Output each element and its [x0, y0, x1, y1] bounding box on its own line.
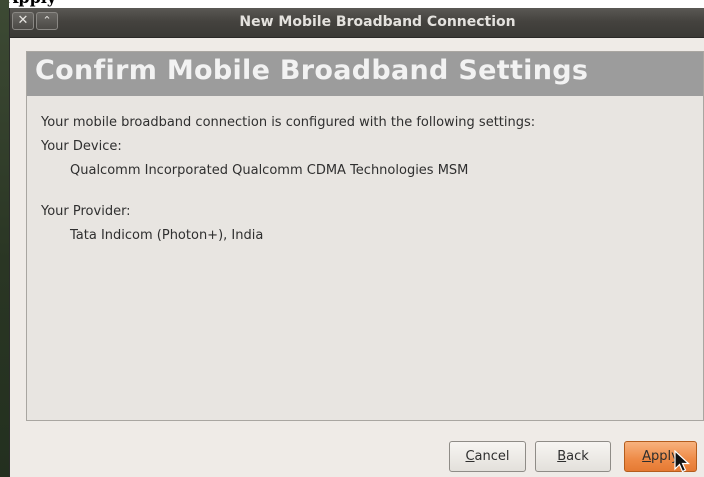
mouse-cursor-icon — [674, 450, 691, 473]
device-label: Your Device: — [41, 139, 122, 154]
intro-text: Your mobile broadband connection is conf… — [41, 115, 536, 130]
desktop-background — [0, 0, 9, 477]
back-button[interactable]: Back — [535, 441, 611, 472]
dialog-window: ✕ ⌃ New Mobile Broadband Connection Conf… — [9, 8, 704, 477]
apply-mnemonic: A — [642, 449, 652, 464]
provider-value: Tata Indicom (Photon+), India — [70, 228, 264, 243]
page-header: Confirm Mobile Broadband Settings — [27, 52, 703, 96]
window-title: New Mobile Broadband Connection — [239, 14, 516, 30]
cancel-button[interactable]: Cancel — [449, 441, 526, 472]
back-mnemonic: B — [557, 449, 567, 464]
cancel-label: ancel — [474, 449, 510, 464]
assistant-page: Confirm Mobile Broadband Settings Your m… — [26, 51, 704, 421]
page-title: Confirm Mobile Broadband Settings — [35, 55, 589, 86]
device-value: Qualcomm Incorporated Qualcomm CDMA Tech… — [70, 163, 469, 178]
cancel-mnemonic: C — [465, 449, 475, 464]
window-titlebar[interactable]: ✕ ⌃ New Mobile Broadband Connection — [10, 8, 704, 38]
provider-label: Your Provider: — [41, 204, 131, 219]
page-caption: Apply — [0, 0, 704, 8]
back-label: ack — [566, 449, 589, 464]
